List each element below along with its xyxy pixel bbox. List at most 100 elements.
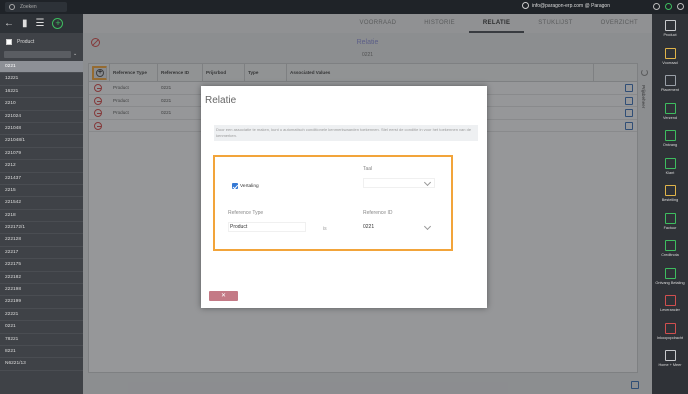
product-list: 0221 12221 16221 2210 221024 221048 221048/1 22…: [0, 61, 83, 371]
module-bestelling[interactable]: Bestelling: [652, 185, 688, 202]
product-list-sidebar: Product ⌄ 0221 12221 16221 2210 221024 221048…: [0, 33, 83, 394]
product-filter[interactable]: Product: [0, 33, 83, 51]
module-label: Home + Meer: [658, 363, 682, 367]
sidebar-item[interactable]: 12221: [0, 73, 83, 86]
sidebar-item[interactable]: 2218: [0, 210, 83, 223]
sidebar-item[interactable]: 222198: [0, 284, 83, 297]
module-label: Inkoopopdracht: [656, 335, 684, 340]
reference-id-select[interactable]: 0221: [363, 224, 374, 230]
sidebar-item[interactable]: 222172/1: [0, 222, 83, 235]
chart-icon[interactable]: ▮: [22, 18, 28, 29]
module-icon: [664, 350, 676, 361]
user-email: info@paragon-erp.com @ Paragon: [532, 2, 610, 9]
sidebar-item[interactable]: 221542: [0, 197, 83, 210]
top-bar: Zoeken info@paragon-erp.com @ Paragon: [0, 0, 688, 14]
sidebar-item[interactable]: 22217: [0, 247, 83, 260]
module-icon: [664, 322, 676, 334]
is-label: is: [323, 226, 327, 232]
delete-button[interactable]: ✕: [209, 291, 238, 301]
module-label: Voorraad: [662, 60, 678, 65]
relation-modal: Relatie Door een associatie te maken, ku…: [201, 86, 487, 308]
sidebar-item[interactable]: 22221: [0, 309, 83, 322]
user-icon: [522, 2, 529, 9]
list-icon[interactable]: ☰: [36, 18, 45, 29]
sidebar-item[interactable]: 16221: [0, 86, 83, 99]
sidebar-item[interactable]: 221437: [0, 173, 83, 185]
chevron-down-icon[interactable]: ⌄: [73, 51, 79, 58]
sidebar-item[interactable]: 0221: [0, 61, 83, 74]
global-search[interactable]: Zoeken: [5, 2, 67, 12]
module-icon: [664, 47, 676, 59]
vertaling-checkbox[interactable]: Vertaling: [232, 183, 259, 189]
module-label: Ontvang: [662, 143, 678, 147]
reference-type-input[interactable]: Product: [228, 222, 306, 232]
reference-id-label: Reference ID: [363, 210, 393, 216]
module-ontvang[interactable]: Ontvang: [652, 130, 688, 147]
filter-label: Product: [17, 39, 35, 45]
module-leverancier[interactable]: Leverancier: [652, 295, 688, 312]
module-label: Creditnota: [661, 253, 679, 257]
sidebar-item[interactable]: 8221: [0, 346, 83, 359]
module-icon: [664, 295, 676, 306]
module-label: Product: [663, 33, 677, 37]
sidebar-item[interactable]: 222128: [0, 234, 83, 247]
taal-label: Taal: [363, 166, 373, 172]
status-icon[interactable]: [665, 3, 672, 10]
module-icon: [664, 157, 676, 169]
sidebar-item[interactable]: 0221: [0, 321, 83, 334]
modal-title: Relatie: [205, 95, 237, 106]
add-icon[interactable]: +: [52, 18, 64, 29]
module-label: Ontvang Betaling: [655, 280, 685, 285]
sidebar-item[interactable]: 222182: [0, 272, 83, 285]
module-icon: [664, 212, 676, 224]
search-placeholder: Zoeken: [20, 4, 37, 10]
module-ontvang-betaling[interactable]: Ontvang Betaling: [652, 267, 688, 285]
sidebar-item[interactable]: 222175: [0, 259, 83, 272]
module-home-meer[interactable]: Home + Meer: [652, 350, 688, 367]
checkbox-checked-icon: [232, 183, 238, 189]
module-label: Verzend: [663, 115, 677, 120]
sidebar-item[interactable]: 2210: [0, 98, 83, 111]
module-placement[interactable]: Placement: [652, 75, 688, 92]
sidebar-item[interactable]: 2215: [0, 185, 83, 198]
sidebar-item[interactable]: 78221: [0, 334, 83, 346]
reference-type-label: Reference Type: [228, 210, 264, 216]
back-icon[interactable]: ←: [4, 18, 14, 29]
module-verzend[interactable]: Verzend: [652, 102, 688, 120]
sidebar-item[interactable]: 222199: [0, 296, 83, 309]
user-account[interactable]: info@paragon-erp.com @ Paragon: [522, 2, 610, 9]
module-icon: [664, 240, 676, 251]
filter-checkbox[interactable]: [6, 39, 12, 45]
module-klant[interactable]: Klant: [652, 157, 688, 175]
vertaling-label: Vertaling: [240, 183, 259, 189]
sidebar-item[interactable]: 221048: [0, 123, 83, 136]
sidebar-search-input[interactable]: [4, 51, 71, 58]
chevron-down-icon: [423, 222, 432, 231]
module-label: Factuur: [663, 225, 677, 230]
condition-box: Vertaling Taal Reference Type Product is…: [213, 155, 453, 251]
sidebar-item[interactable]: 221079: [0, 148, 83, 161]
help-icon[interactable]: [653, 3, 660, 10]
module-sidebar: Product Voorraad Placement Verzend Ontvang Kl…: [652, 14, 688, 394]
logout-icon[interactable]: [677, 3, 684, 10]
module-inkoopopdracht[interactable]: Inkoopopdracht: [652, 322, 688, 340]
sidebar-item[interactable]: 221048/1: [0, 135, 83, 148]
sidebar-search[interactable]: ⌄: [4, 51, 79, 58]
sidebar-item[interactable]: 2212: [0, 160, 83, 173]
module-icon: [664, 75, 676, 86]
sidebar-item[interactable]: N6221/13: [0, 358, 83, 371]
module-label: Leverancier: [660, 308, 680, 312]
module-icon: [664, 267, 676, 279]
module-label: Placement: [661, 88, 679, 92]
search-icon: [9, 4, 15, 10]
module-voorraad[interactable]: Voorraad: [652, 47, 688, 65]
module-creditnota[interactable]: Creditnota: [652, 240, 688, 257]
module-icon: [664, 20, 676, 31]
module-icon: [664, 185, 676, 196]
module-label: Bestelling: [661, 198, 679, 202]
sidebar-item[interactable]: 221024: [0, 111, 83, 123]
module-product[interactable]: Product: [652, 20, 688, 37]
module-label: Klant: [665, 170, 675, 175]
module-icon: [664, 102, 676, 114]
module-factuur[interactable]: Factuur: [652, 212, 688, 230]
